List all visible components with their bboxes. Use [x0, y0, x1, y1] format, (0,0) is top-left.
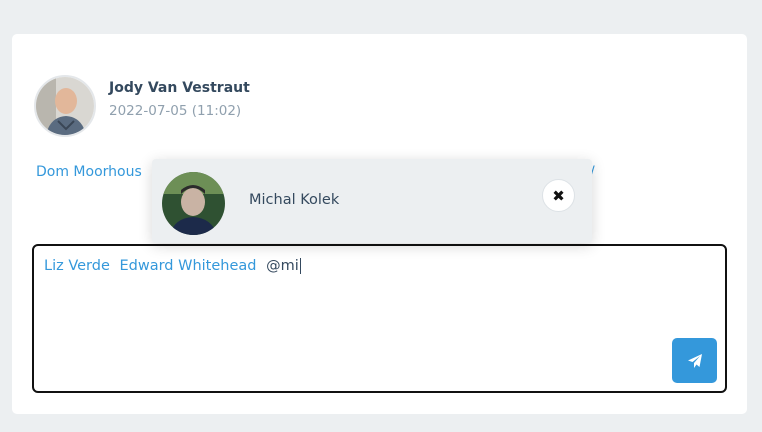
suggestion-name[interactable]: Michal Kolek — [249, 192, 339, 208]
paper-plane-icon — [687, 353, 702, 368]
comment-mention-link[interactable]: Dom Moorhous — [36, 164, 142, 180]
send-button[interactable] — [672, 338, 717, 383]
reply-mention-tag[interactable]: Edward Whitehead — [119, 258, 256, 274]
author-name: Jody Van Vestraut — [109, 80, 250, 96]
author-avatar — [34, 75, 96, 137]
reply-typed-text: @mi — [266, 258, 301, 274]
close-suggestion-button[interactable]: ✖ — [542, 179, 575, 212]
reply-mention-tag[interactable]: Liz Verde — [44, 258, 110, 274]
close-icon: ✖ — [552, 186, 565, 205]
suggestion-avatar[interactable] — [162, 172, 225, 235]
reply-input[interactable]: Liz Verde Edward Whitehead @mi — [32, 244, 727, 393]
mention-suggestion-popup: Michal Kolek ✖ — [152, 159, 592, 243]
post-timestamp: 2022-07-05 (11:02) — [109, 103, 242, 119]
reply-content[interactable]: Liz Verde Edward Whitehead @mi — [44, 258, 301, 274]
